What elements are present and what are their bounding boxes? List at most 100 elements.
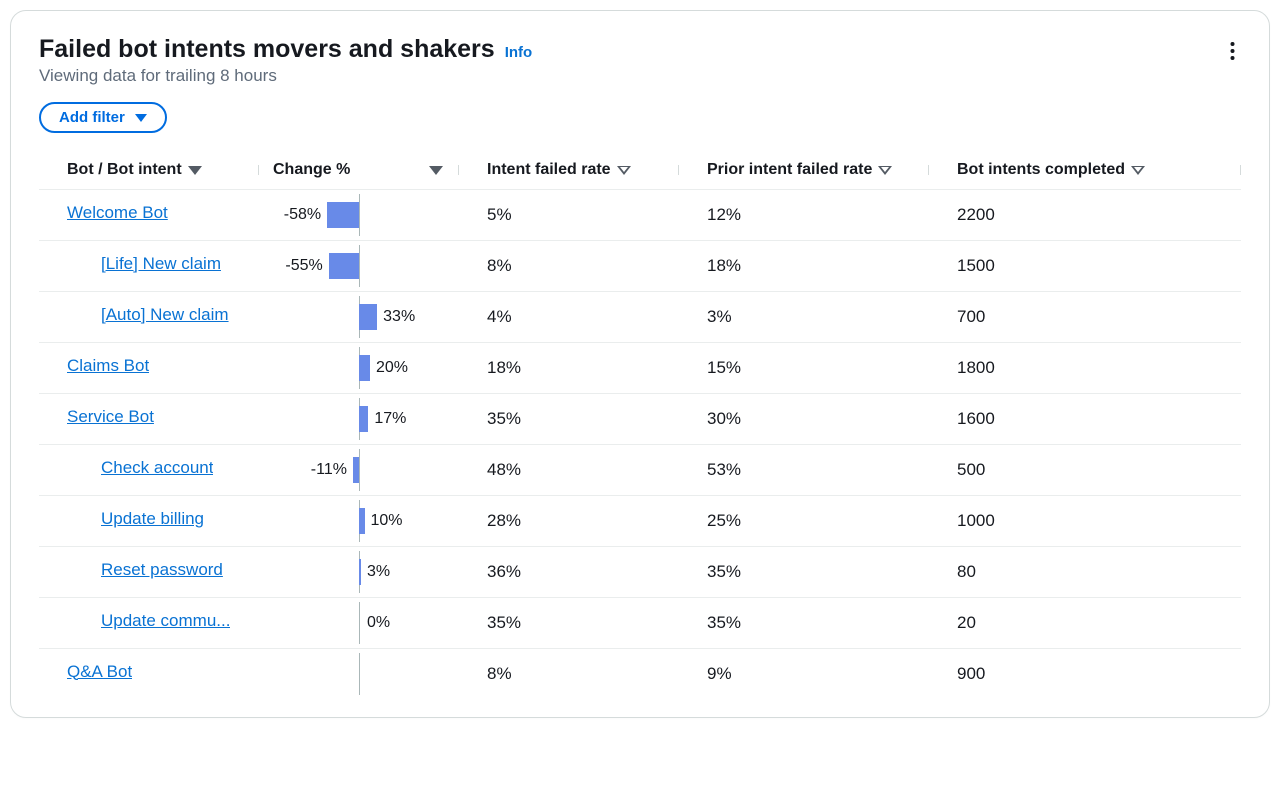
name-cell: Q&A Bot — [39, 662, 259, 687]
prior-failed-cell: 25% — [679, 511, 929, 531]
change-cell — [259, 649, 459, 699]
axis-line — [359, 449, 360, 491]
col-separator — [1240, 165, 1241, 175]
change-bar — [359, 304, 377, 330]
table-row: Q&A Bot8%9%900 — [39, 648, 1241, 699]
prior-failed-cell: 15% — [679, 358, 929, 378]
completed-cell: 1000 — [929, 511, 1241, 531]
col-header-prior[interactable]: Prior intent failed rate — [679, 161, 929, 179]
sort-icon — [188, 166, 202, 175]
change-bar — [359, 508, 365, 534]
axis-line — [359, 653, 360, 695]
card-container: Failed bot intents movers and shakers In… — [10, 10, 1270, 718]
bot-link[interactable]: Q&A Bot — [67, 662, 132, 682]
data-table: Bot / Bot intent Change % Intent failed … — [39, 153, 1241, 699]
change-bar — [359, 559, 361, 585]
col-header-completed-label: Bot intents completed — [957, 161, 1125, 179]
table-row: Service Bot17%35%30%1600 — [39, 393, 1241, 444]
name-cell: Service Bot — [39, 407, 259, 432]
change-label: 10% — [371, 512, 403, 530]
bot-link[interactable]: Claims Bot — [67, 356, 149, 376]
change-label: 17% — [374, 410, 406, 428]
change-cell: -11% — [259, 445, 459, 495]
completed-cell: 900 — [929, 664, 1241, 684]
completed-cell: 500 — [929, 460, 1241, 480]
more-vertical-icon — [1230, 41, 1235, 61]
table-header-row: Bot / Bot intent Change % Intent failed … — [39, 153, 1241, 189]
bot-link[interactable]: Check account — [101, 458, 213, 478]
completed-cell: 80 — [929, 562, 1241, 582]
failed-rate-cell: 48% — [459, 460, 679, 480]
completed-cell: 1800 — [929, 358, 1241, 378]
change-bar — [329, 253, 359, 279]
col-header-failed[interactable]: Intent failed rate — [459, 161, 679, 179]
failed-rate-cell: 8% — [459, 664, 679, 684]
bot-link[interactable]: Service Bot — [67, 407, 154, 427]
col-header-bot-label: Bot / Bot intent — [67, 161, 182, 179]
table-row: Welcome Bot -58%5%12%2200 — [39, 189, 1241, 240]
change-bar — [359, 406, 368, 432]
more-menu-button[interactable] — [1224, 35, 1241, 72]
change-label: -11% — [311, 461, 347, 479]
col-header-prior-label: Prior intent failed rate — [707, 161, 872, 179]
prior-failed-cell: 12% — [679, 205, 929, 225]
prior-failed-cell: 35% — [679, 613, 929, 633]
bot-link[interactable]: Reset password — [101, 560, 223, 580]
change-cell: 20% — [259, 343, 459, 393]
title-block: Failed bot intents movers and shakers In… — [39, 35, 532, 86]
subtitle: Viewing data for trailing 8 hours — [39, 66, 532, 86]
col-header-bot[interactable]: Bot / Bot intent — [39, 161, 259, 179]
name-cell: Update billing — [39, 509, 259, 534]
table-row: Reset password3%36%35%80 — [39, 546, 1241, 597]
prior-failed-cell: 35% — [679, 562, 929, 582]
bot-link[interactable]: Update commu... — [101, 611, 230, 631]
failed-rate-cell: 36% — [459, 562, 679, 582]
prior-failed-cell: 53% — [679, 460, 929, 480]
header-row: Failed bot intents movers and shakers In… — [39, 35, 1241, 86]
change-cell: 0% — [259, 598, 459, 648]
change-label: -55% — [285, 257, 322, 275]
bot-link[interactable]: Update billing — [101, 509, 204, 529]
change-label: 33% — [383, 308, 415, 326]
change-label: 20% — [376, 359, 408, 377]
col-header-change-label: Change % — [273, 161, 350, 179]
bot-link[interactable]: [Life] New claim — [101, 254, 221, 274]
add-filter-label: Add filter — [59, 109, 125, 126]
prior-failed-cell: 3% — [679, 307, 929, 327]
completed-cell: 1600 — [929, 409, 1241, 429]
change-cell: 10% — [259, 496, 459, 546]
change-cell: -55% — [259, 241, 459, 291]
col-header-change[interactable]: Change % — [259, 161, 459, 179]
completed-cell: 700 — [929, 307, 1241, 327]
failed-rate-cell: 35% — [459, 409, 679, 429]
filter-row: Add filter — [39, 102, 1241, 133]
change-cell: 17% — [259, 394, 459, 444]
table-body: Welcome Bot -58%5%12%2200 [Life] New claim… — [39, 189, 1241, 699]
sort-icon — [1131, 166, 1145, 175]
name-cell: Reset password — [39, 560, 259, 585]
failed-rate-cell: 5% — [459, 205, 679, 225]
axis-line — [359, 602, 360, 644]
change-label: 0% — [367, 614, 390, 632]
table-row: [Auto] New claim33%4%3%700 — [39, 291, 1241, 342]
add-filter-button[interactable]: Add filter — [39, 102, 167, 133]
bot-link[interactable]: Welcome Bot — [67, 203, 168, 223]
table-row: Update billing 10% 28%25%1000 — [39, 495, 1241, 546]
completed-cell: 2200 — [929, 205, 1241, 225]
col-header-completed[interactable]: Bot intents completed — [929, 161, 1241, 179]
chevron-down-icon — [135, 114, 147, 122]
sort-icon — [429, 166, 443, 175]
table-row: Check account -11% 48%53%500 — [39, 444, 1241, 495]
change-bar — [327, 202, 359, 228]
failed-rate-cell: 8% — [459, 256, 679, 276]
change-bar — [353, 457, 359, 483]
change-cell: -58% — [259, 190, 459, 240]
info-link[interactable]: Info — [505, 44, 533, 61]
sort-icon — [878, 166, 892, 175]
name-cell: Claims Bot — [39, 356, 259, 381]
failed-rate-cell: 28% — [459, 511, 679, 531]
bot-link[interactable]: [Auto] New claim — [101, 305, 229, 325]
failed-rate-cell: 18% — [459, 358, 679, 378]
table-row: Update commu...0%35%35%20 — [39, 597, 1241, 648]
name-cell: Update commu... — [39, 611, 259, 636]
